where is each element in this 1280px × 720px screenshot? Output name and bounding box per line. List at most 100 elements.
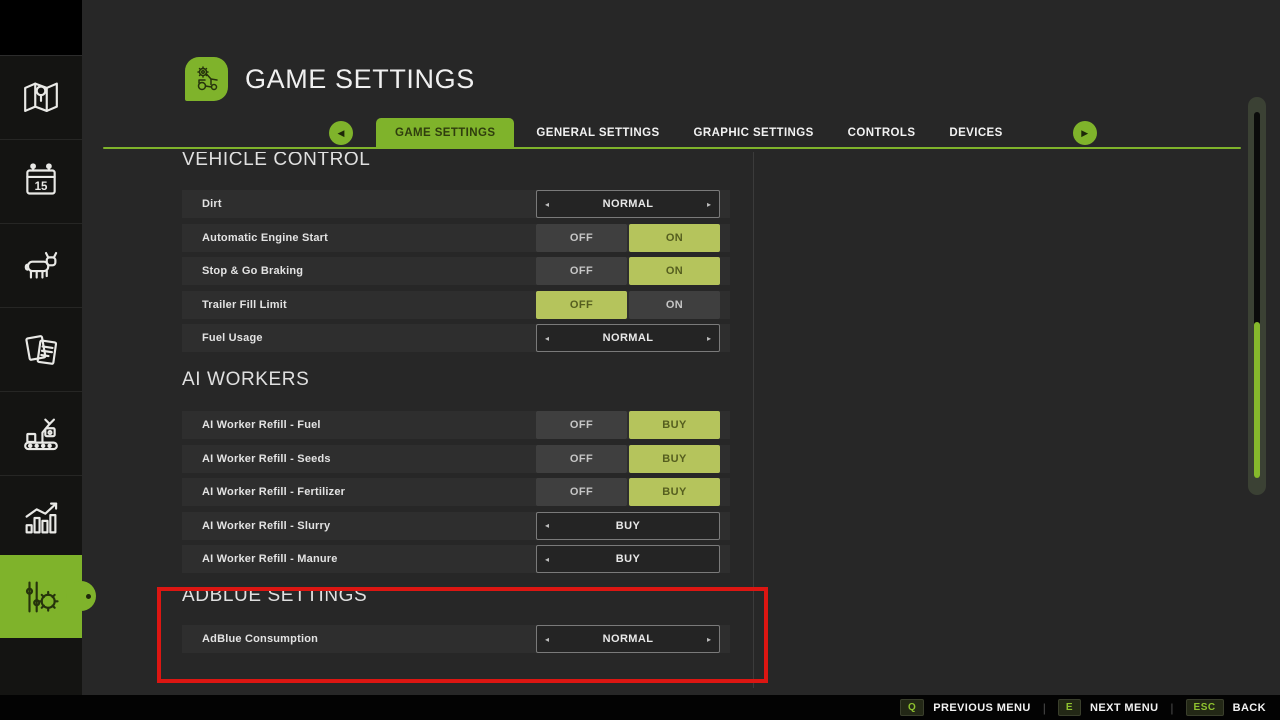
setting-label: AI Worker Refill - Manure: [202, 553, 338, 565]
toggle-control: OFF ON: [536, 290, 720, 319]
keycap: ESC: [1185, 699, 1224, 716]
tab-controls[interactable]: CONTROLS: [848, 118, 916, 148]
tractor-gear-icon: [196, 66, 218, 91]
keycap: Q: [899, 699, 925, 716]
toggle-option-off[interactable]: OFF: [536, 257, 627, 285]
annotation-highlight-box: [157, 587, 768, 683]
toggle-control: OFF ON: [536, 223, 720, 252]
page-title: GAME SETTINGS: [245, 64, 475, 94]
animals-icon: [24, 251, 58, 279]
svg-text:15: 15: [35, 181, 48, 193]
toggle-option-on[interactable]: ON: [629, 257, 720, 285]
setting-row: Stop & Go Braking OFF ON: [182, 257, 730, 285]
tab-game-settings[interactable]: GAME SETTINGS: [376, 118, 515, 148]
setting-row: Automatic Engine Start OFF ON: [182, 223, 730, 252]
settings-icon: [25, 581, 59, 612]
sidebar-top-block: [0, 0, 82, 56]
selector-left-arrow-icon[interactable]: ◂: [539, 546, 555, 572]
next-tab-button[interactable]: ▶: [1072, 121, 1097, 145]
toggle-option-buy[interactable]: BUY: [629, 478, 720, 506]
toggle-option-off[interactable]: OFF: [536, 290, 627, 319]
toggle-option-off[interactable]: OFF: [536, 411, 627, 439]
chevron-left-icon: ◀: [337, 127, 345, 138]
setting-label: Automatic Engine Start: [202, 231, 329, 244]
keycap: E: [1057, 699, 1082, 716]
key-hint-label: BACK: [1232, 701, 1266, 714]
toggle-option-buy[interactable]: BUY: [629, 411, 720, 439]
setting-row: Fuel Usage ◂ NORMAL ▸: [182, 324, 730, 352]
hint-separator: |: [1170, 700, 1174, 715]
scrollbar-thumb[interactable]: [1254, 322, 1260, 478]
tab-bar: ◀ GAME SETTINGS GENERAL SETTINGS GRAPHIC S…: [329, 118, 1097, 148]
key-hint-next-menu[interactable]: E NEXT MENU: [1057, 699, 1159, 716]
toggle-option-off[interactable]: OFF: [536, 223, 627, 252]
production-icon: [24, 418, 58, 451]
key-hint-previous-menu[interactable]: Q PREVIOUS MENU: [899, 699, 1031, 716]
toggle-control: OFF BUY: [536, 444, 720, 473]
toggle-control: OFF ON: [536, 257, 720, 285]
setting-row: AI Worker Refill - Seeds OFF BUY: [182, 444, 730, 473]
sidebar-item-contracts[interactable]: [0, 309, 82, 392]
toggle-option-buy[interactable]: BUY: [629, 444, 720, 473]
setting-label: Fuel Usage: [202, 332, 263, 344]
map-icon: [24, 82, 58, 113]
toggle-control: OFF BUY: [536, 478, 720, 506]
sidebar-item-animals[interactable]: [0, 225, 82, 308]
setting-label: AI Worker Refill - Fuel: [202, 419, 321, 431]
selector-value: BUY: [615, 553, 641, 565]
statistics-icon: [25, 502, 58, 534]
tab-devices[interactable]: DEVICES: [949, 118, 1002, 148]
toggle-option-on[interactable]: ON: [629, 223, 720, 252]
setting-label: Dirt: [202, 198, 222, 210]
active-tab-dot: [86, 594, 91, 599]
prev-tab-button[interactable]: ◀: [329, 121, 353, 145]
setting-row: Trailer Fill Limit OFF ON: [182, 290, 730, 319]
selector-value: NORMAL: [602, 198, 654, 210]
page-icon-badge: [185, 57, 228, 101]
toggle-option-off[interactable]: OFF: [536, 478, 627, 506]
scrollbar: [1248, 97, 1266, 495]
calendar-icon: 15: [26, 163, 56, 195]
game-settings-screen: 15 GAME SETTINGS ◀ GAME SETTINGS GENERAL…: [0, 0, 1280, 720]
selector-right-arrow-icon[interactable]: ▸: [701, 191, 717, 217]
selector-left-arrow-icon[interactable]: ◂: [539, 325, 555, 351]
sidebar-item-statistics[interactable]: [0, 477, 82, 560]
chevron-right-icon: ▶: [1081, 127, 1089, 138]
toggle-control: OFF BUY: [536, 411, 720, 439]
key-hints-bar: Q PREVIOUS MENU | E NEXT MENU | ESC BACK: [0, 695, 1280, 720]
sidebar-item-settings[interactable]: [0, 555, 96, 638]
selector-right-arrow-icon[interactable]: ▸: [701, 325, 717, 351]
section-header: AI WORKERS: [182, 369, 310, 390]
sidebar-item-production[interactable]: [0, 393, 82, 476]
setting-row: AI Worker Refill - Manure ◂ BUY: [182, 545, 730, 573]
hint-separator: |: [1042, 700, 1046, 715]
value-selector: ◂ BUY: [536, 511, 720, 540]
setting-label: Trailer Fill Limit: [202, 298, 287, 311]
section-header: VEHICLE CONTROL: [182, 152, 371, 170]
active-tab-bump: [66, 581, 96, 611]
toggle-option-off[interactable]: OFF: [536, 444, 627, 473]
selector-value: NORMAL: [602, 332, 654, 344]
setting-label: AI Worker Refill - Fertilizer: [202, 486, 346, 498]
selector-value: BUY: [615, 519, 641, 532]
selector-left-arrow-icon[interactable]: ◂: [539, 513, 555, 539]
value-selector: ◂ NORMAL ▸: [536, 190, 720, 218]
selector-left-arrow-icon[interactable]: ◂: [539, 191, 555, 217]
setting-row: AI Worker Refill - Slurry ◂ BUY: [182, 511, 730, 540]
tab-general-settings[interactable]: GENERAL SETTINGS: [536, 118, 659, 148]
tab-graphic-settings[interactable]: GRAPHIC SETTINGS: [694, 118, 814, 148]
key-hint-back[interactable]: ESC BACK: [1185, 699, 1266, 716]
value-selector: ◂ NORMAL ▸: [536, 324, 720, 352]
sidebar-item-map[interactable]: [0, 57, 82, 140]
key-hint-label: NEXT MENU: [1090, 701, 1159, 714]
toggle-option-on[interactable]: ON: [629, 290, 720, 319]
setting-row: AI Worker Refill - Fertilizer OFF BUY: [182, 478, 730, 506]
setting-row: AI Worker Refill - Fuel OFF BUY: [182, 411, 730, 439]
setting-row: Dirt ◂ NORMAL ▸: [182, 190, 730, 218]
sidebar-item-calendar[interactable]: 15: [0, 141, 82, 224]
setting-label: Stop & Go Braking: [202, 265, 304, 277]
value-selector: ◂ BUY: [536, 545, 720, 573]
sidebar: 15: [0, 0, 96, 695]
tab-underline: [103, 147, 1241, 149]
contracts-icon: [25, 335, 58, 365]
